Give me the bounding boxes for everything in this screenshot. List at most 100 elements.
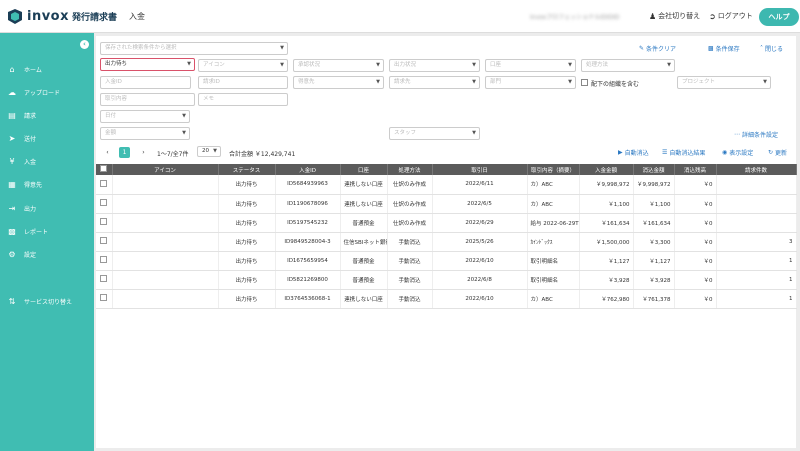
row-select-cell[interactable] <box>96 289 113 309</box>
date-select[interactable]: 日付 ▼ <box>100 110 190 123</box>
account-select[interactable]: 口座 ▼ <box>485 59 576 72</box>
row-select-cell[interactable] <box>96 213 113 233</box>
save-conditions-button[interactable]: ▩ 条件保存 <box>708 44 740 53</box>
include-sub-org-checkbox[interactable] <box>581 79 588 86</box>
deposit-id-input[interactable]: 入金ID <box>100 76 191 89</box>
sidebar-item-settings[interactable]: ⚙ 設定 <box>0 247 94 261</box>
column-header[interactable]: 口座 <box>340 164 388 175</box>
chevron-down-icon: ▼ <box>472 130 476 136</box>
project-select[interactable]: プロジェクト ▼ <box>677 76 771 89</box>
table-row[interactable]: 出力待ち ID9849528004-3 住信SBIネット銀行 手動消込 2025/5/2… <box>96 232 797 252</box>
sidebar-item-customer[interactable]: ▦ 得意先 <box>0 177 94 191</box>
staff-select[interactable]: スタッフ ▼ <box>389 127 480 140</box>
prev-page-button[interactable]: ‹ <box>102 147 113 158</box>
method-select[interactable]: 処理方法 ▼ <box>581 59 675 72</box>
table-row[interactable]: 出力待ち ID1675659954 普通預金 手動消込 2022/6/10 取引明細名 ￥1… <box>96 251 797 271</box>
column-header[interactable]: ステータス <box>218 164 276 175</box>
collapse-sidebar-icon[interactable]: ‹ <box>80 40 89 49</box>
select-all-header[interactable] <box>96 164 113 175</box>
row-select-cell[interactable] <box>96 194 113 214</box>
deposit-id-cell[interactable]: ID9849528004-3 <box>275 232 341 252</box>
column-header[interactable]: 取引内容（摘要） <box>527 164 580 175</box>
column-header[interactable]: 取引日 <box>432 164 528 175</box>
table-row[interactable]: 出力待ち ID1190678096 連携しない口座 仕訳のみ作成 2022/6/5 カ）A… <box>96 194 797 214</box>
select-all-checkbox[interactable] <box>100 165 108 172</box>
amount-select[interactable]: 金額 ▼ <box>100 127 190 140</box>
clear-conditions-button[interactable]: ✎ 条件クリア <box>639 44 676 53</box>
detail-conditions-button[interactable]: ⋯ 詳細条件設定 <box>734 130 778 139</box>
table-row[interactable]: 出力待ち ID5197545232 普通預金 仕訳のみ作成 2022/6/29 給与 20… <box>96 213 797 233</box>
customer-select[interactable]: 得意先 ▼ <box>293 76 384 89</box>
chevron-down-icon: ▼ <box>472 79 476 85</box>
refresh-button[interactable]: ↻ 更新 <box>768 148 787 157</box>
sidebar-item-export[interactable]: ⇥ 出力 <box>0 201 94 215</box>
icon-select-placeholder: アイコン <box>203 62 225 68</box>
table-row[interactable]: 出力待ち ID5684939963 連携しない口座 仕訳のみ作成 2022/6/11 カ）… <box>96 175 797 195</box>
deposit-id-cell[interactable]: ID5684939963 <box>275 175 341 195</box>
row-icon-cell <box>112 194 219 214</box>
approval-select[interactable]: 承認状況 ▼ <box>293 59 384 72</box>
deposit-amount-cell: ￥762,980 <box>579 289 634 309</box>
row-select-cell[interactable] <box>96 232 113 252</box>
status-select[interactable]: 出力待ち ▼ <box>100 58 195 71</box>
column-header[interactable]: 請求件数 <box>716 164 797 175</box>
column-header[interactable]: アイコン <box>112 164 219 175</box>
column-header[interactable]: 入金金額 <box>579 164 634 175</box>
column-header[interactable]: 消込残高 <box>674 164 717 175</box>
row-select-cell[interactable] <box>96 270 113 290</box>
per-page-select[interactable]: 20 ▼ <box>197 146 221 157</box>
cleared-amount-cell: ￥761,378 <box>633 289 675 309</box>
help-button[interactable]: ヘルプ <box>759 8 799 26</box>
table-row[interactable]: 出力待ち ID5821269800 普通預金 手動消込 2022/6/8 取引明細名 ￥3,… <box>96 270 797 290</box>
deposit-id-cell[interactable]: ID3764536068-1 <box>275 289 341 309</box>
auto-clear-button[interactable]: ▶ 自動消込 <box>618 148 649 157</box>
sidebar-item-home[interactable]: ⌂ ホーム <box>0 62 94 76</box>
row-checkbox[interactable] <box>100 256 108 263</box>
department-select[interactable]: 部門 ▼ <box>485 76 576 89</box>
row-checkbox[interactable] <box>100 237 108 244</box>
cloud-upload-icon: ☁ <box>8 87 16 97</box>
chevron-down-icon: ▼ <box>376 79 380 85</box>
content-input[interactable]: 取引内容 <box>100 93 195 106</box>
column-header[interactable]: 消込金額 <box>633 164 675 175</box>
close-filters-button[interactable]: ˄ 閉じる <box>760 44 783 53</box>
sidebar-item-report[interactable]: ▩ レポート <box>0 224 94 238</box>
auto-clear-result-button[interactable]: ☰ 自動消込結果 <box>662 148 705 157</box>
current-page-button[interactable]: 1 <box>119 147 130 158</box>
sidebar-item-invoice[interactable]: ▤ 請求 <box>0 108 94 122</box>
table-row[interactable]: 出力待ち ID3764536068-1 連携しない口座 手動消込 2022/6/10 カ）… <box>96 289 797 309</box>
output-status-select[interactable]: 出力状況 ▼ <box>389 59 480 72</box>
deposit-id-cell[interactable]: ID5197545232 <box>275 213 341 233</box>
deposit-id-cell[interactable]: ID5821269800 <box>275 270 341 290</box>
row-checkbox[interactable] <box>100 275 108 282</box>
row-select-cell[interactable] <box>96 175 113 195</box>
invoice-id-input[interactable]: 請求ID <box>198 76 288 89</box>
memo-input[interactable]: メモ <box>198 93 288 106</box>
status-cell: 出力待ち <box>218 175 276 195</box>
sidebar-item-deposit[interactable]: ¥ 入金 <box>0 154 94 168</box>
auto-clear-label: 自動消込 <box>624 150 649 157</box>
display-settings-button[interactable]: ◉ 表示設定 <box>722 148 753 157</box>
sidebar-item-send[interactable]: ➤ 送付 <box>0 131 94 145</box>
icon-select[interactable]: アイコン ▼ <box>198 59 288 72</box>
logo[interactable]: invox 発行請求書 <box>7 9 117 24</box>
column-header[interactable]: 入金ID <box>275 164 341 175</box>
billing-to-select[interactable]: 請求先 ▼ <box>389 76 480 89</box>
deposit-amount-cell: ￥9,998,972 <box>579 175 634 195</box>
switch-company-button[interactable]: ♟ 会社切り替え <box>649 11 700 21</box>
logout-button[interactable]: ➲ ログアウト <box>709 11 753 21</box>
service-switch-button[interactable]: ⇅ サービス切り替え <box>0 294 94 308</box>
invoice-count-cell: 1 <box>716 251 797 271</box>
saved-search-select[interactable]: 保存された検索条件から選択 ▼ <box>100 42 288 55</box>
row-select-cell[interactable] <box>96 251 113 271</box>
staff-placeholder: スタッフ <box>394 130 417 136</box>
deposit-id-cell[interactable]: ID1190678096 <box>275 194 341 214</box>
row-checkbox[interactable] <box>100 218 108 225</box>
column-header[interactable]: 処理方法 <box>387 164 433 175</box>
row-checkbox[interactable] <box>100 294 108 301</box>
row-checkbox[interactable] <box>100 179 108 187</box>
deposit-id-cell[interactable]: ID1675659954 <box>275 251 341 271</box>
next-page-button[interactable]: › <box>138 147 149 158</box>
row-checkbox[interactable] <box>100 199 108 206</box>
sidebar-item-upload[interactable]: ☁ アップロード <box>0 85 94 99</box>
